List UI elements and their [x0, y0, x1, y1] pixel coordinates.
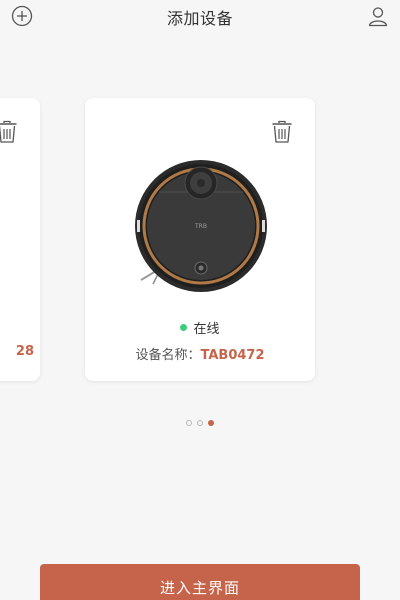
- pager-dot[interactable]: [197, 420, 203, 426]
- robot-sensor: [137, 220, 140, 232]
- device-card[interactable]: 28: [0, 98, 40, 381]
- robot-vacuum-image: TRB: [135, 160, 267, 292]
- carousel-pager: [0, 420, 400, 430]
- device-carousel[interactable]: 28 TRB 在线 设备名称：TAB0472: [0, 96, 400, 386]
- pager-dot[interactable]: [186, 420, 192, 426]
- trash-icon: [0, 120, 17, 143]
- device-card-active[interactable]: TRB 在线 设备名称：TAB0472: [85, 98, 315, 381]
- enter-main-button[interactable]: 进入主界面: [40, 564, 360, 600]
- user-icon: [368, 7, 388, 27]
- header: 添加设备: [0, 0, 400, 34]
- robot-lidar-center: [197, 179, 205, 187]
- device-name-value: 28: [15, 344, 34, 359]
- device-status: 在线: [85, 318, 315, 337]
- device-name-value: TAB0472: [200, 348, 265, 363]
- device-name-label: 设备名称：: [135, 348, 201, 363]
- page-title: 添加设备: [166, 9, 233, 28]
- status-text: 在线: [193, 322, 220, 337]
- pager-dot-active[interactable]: [208, 420, 214, 426]
- add-device-screen: 添加设备 28 TRB 在线 设备名称：TAB0472 进入主界面: [0, 0, 400, 600]
- profile-button[interactable]: [366, 4, 390, 28]
- device-name: 28: [0, 344, 34, 359]
- delete-device-button[interactable]: [271, 120, 293, 144]
- trash-icon: [272, 120, 292, 143]
- device-name: 设备名称：TAB0472: [85, 344, 315, 363]
- robot-power-led: [198, 265, 204, 271]
- delete-device-button[interactable]: [0, 120, 18, 144]
- robot-brand-text: TRB: [194, 223, 207, 230]
- online-status-dot: [180, 324, 188, 331]
- robot-sensor: [262, 220, 265, 232]
